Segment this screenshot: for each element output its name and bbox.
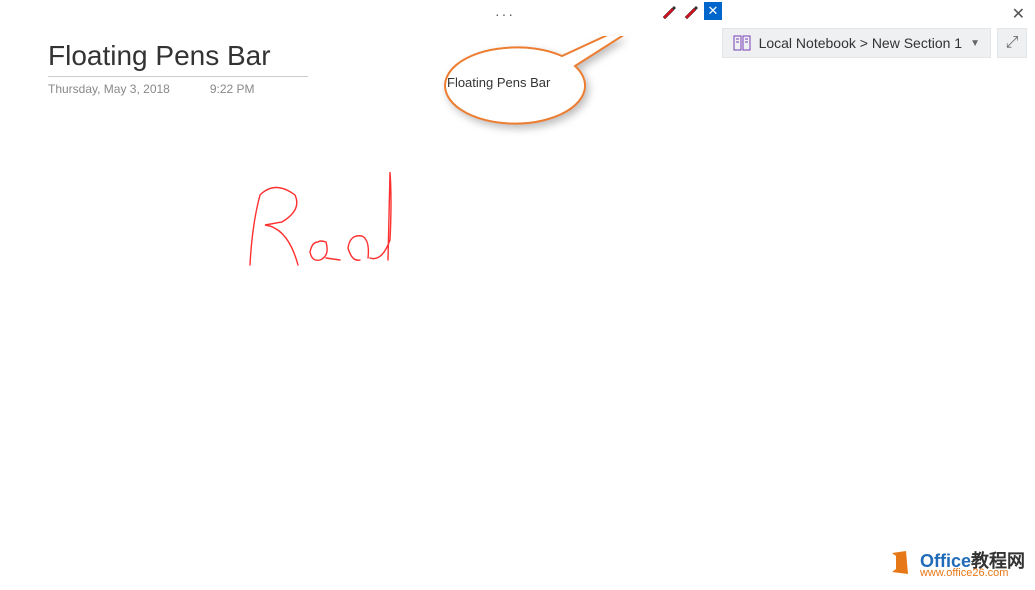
notebook-icon [733,35,751,51]
close-window-icon[interactable]: ✕ [1012,4,1025,24]
expand-icon: ⤢ [1006,34,1019,52]
page-date[interactable]: Thursday, May 3, 2018 [48,82,170,96]
watermark-url: www.office26.com [920,568,1025,579]
more-menu[interactable]: ··· [495,6,515,22]
ink-handwriting-red [240,170,440,295]
page-meta: Thursday, May 3, 2018 9:22 PM [48,82,255,96]
pen-red-2-icon[interactable] [682,2,700,20]
floating-pens-bar: ✕ [660,2,722,20]
watermark: Office教程网 www.office26.com [886,549,1025,582]
pen-red-1-icon[interactable] [660,2,678,20]
office-logo-icon [886,549,914,582]
chevron-down-icon: ▼ [970,38,980,49]
close-pens-bar-button[interactable]: ✕ [704,2,722,20]
expand-button[interactable]: ⤢ [997,28,1027,58]
breadcrumb[interactable]: Local Notebook > New Section 1 ▼ [722,28,991,58]
page-title[interactable]: Floating Pens Bar [48,40,271,72]
callout-label: Floating Pens Bar [447,75,550,90]
page-time[interactable]: 9:22 PM [210,82,255,96]
breadcrumb-text: Local Notebook > New Section 1 [759,35,963,51]
title-divider [48,76,308,77]
